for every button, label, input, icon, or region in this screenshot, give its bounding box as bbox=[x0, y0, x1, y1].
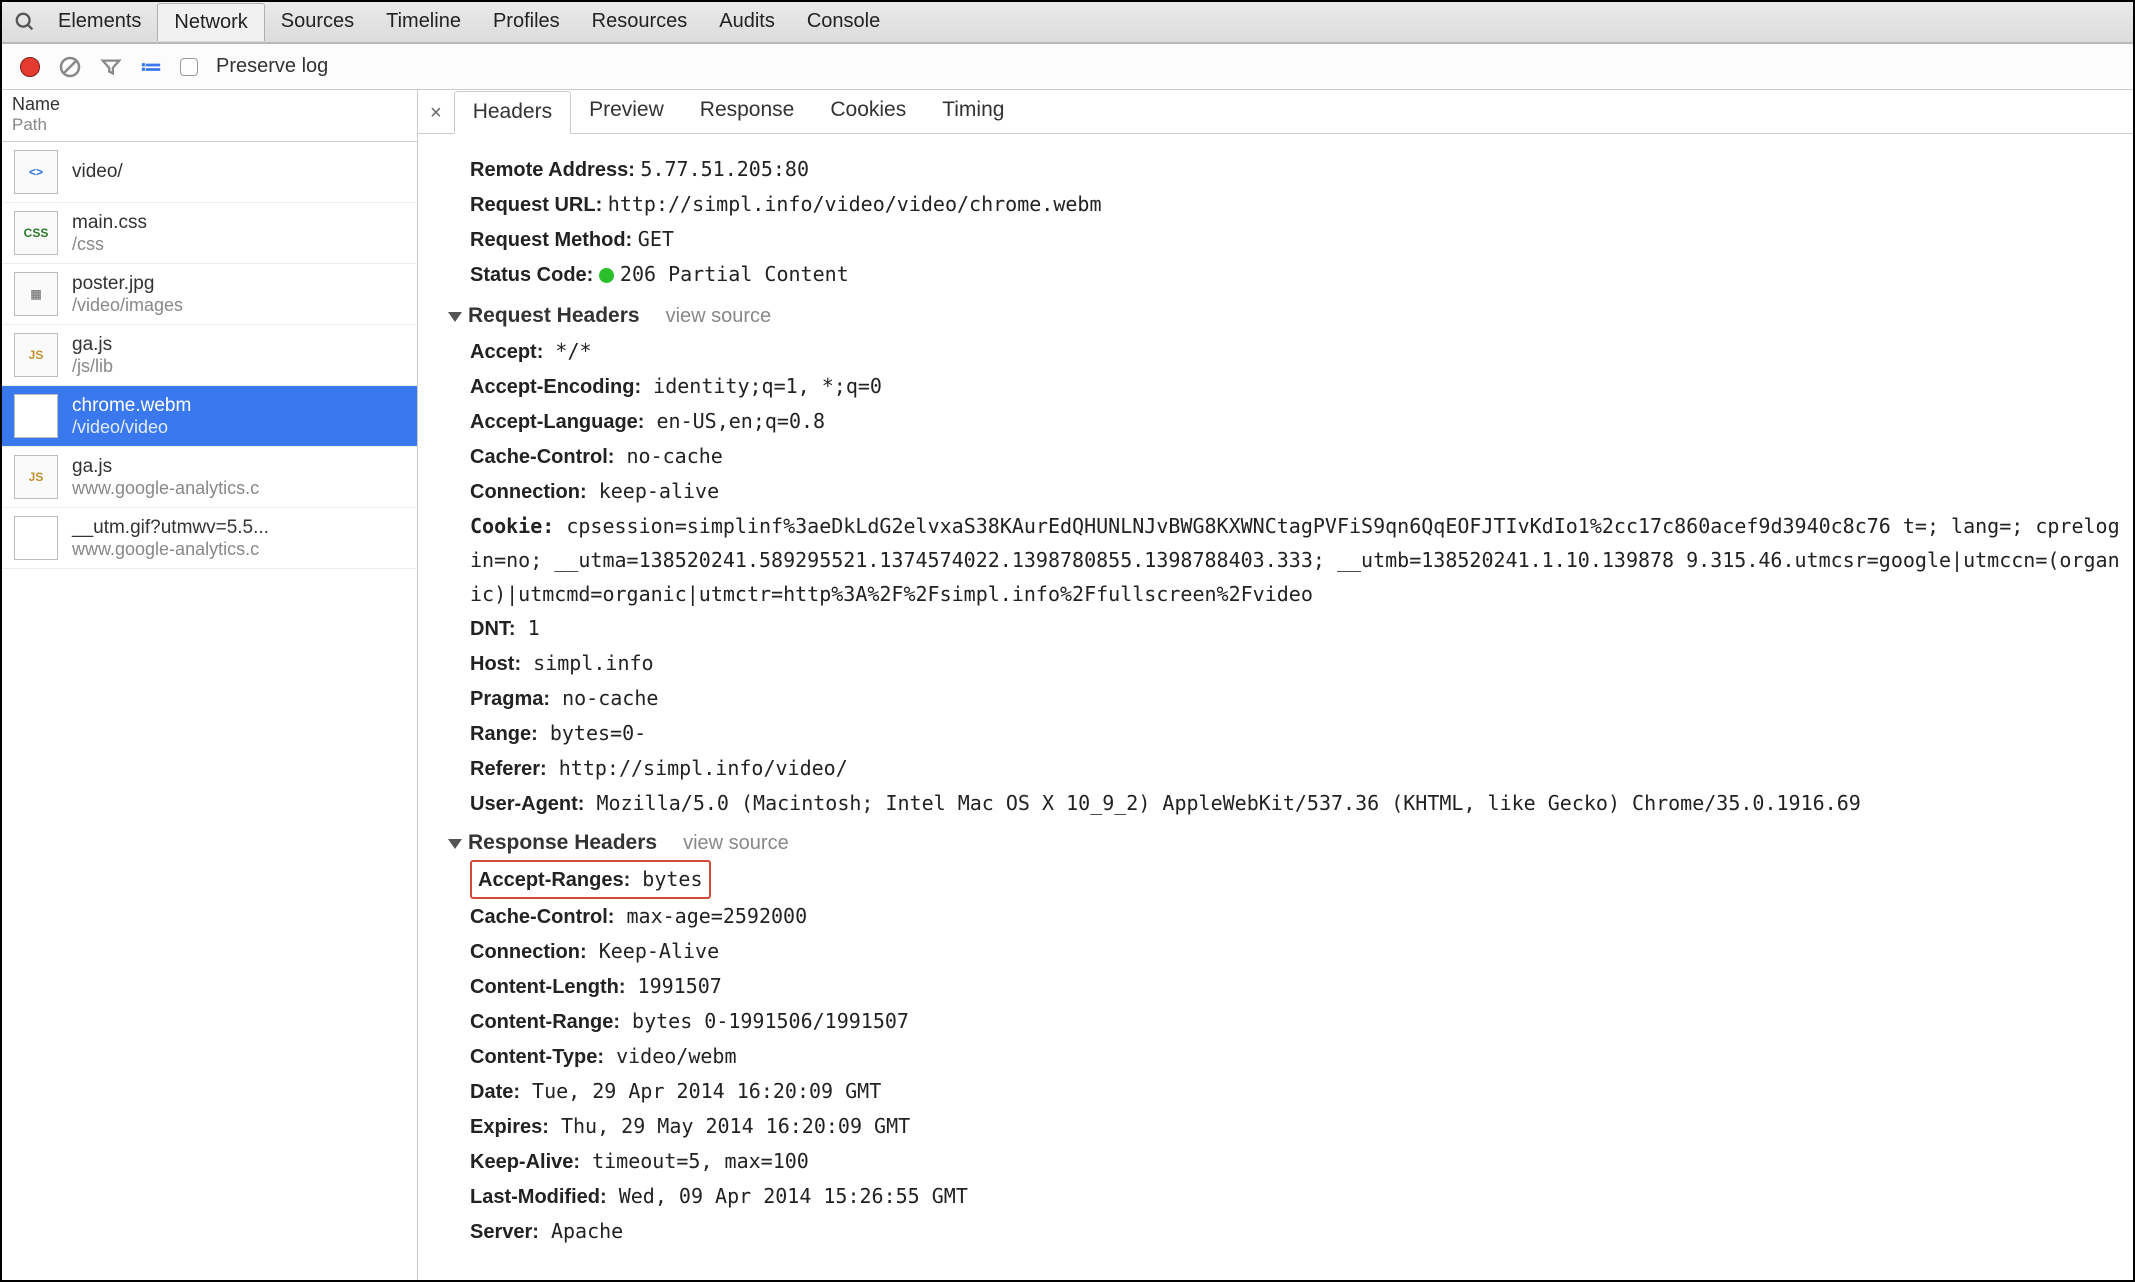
request-path: www.google-analytics.c bbox=[72, 478, 259, 499]
header-row: Range: bytes=0- bbox=[470, 716, 2125, 751]
view-source-link[interactable]: view source bbox=[666, 299, 772, 333]
section-request-headers[interactable]: Request Headers view source bbox=[470, 298, 2125, 334]
content-area: Name Path <> video/CSS main.css/css ▦ poster… bbox=[2, 90, 2133, 1280]
request-list-header: Name Path bbox=[2, 90, 417, 142]
row-request-method: Request Method: GET bbox=[470, 222, 2125, 257]
request-name: chrome.webm bbox=[72, 395, 191, 417]
header-row: Accept-Encoding: identity;q=1, *;q=0 bbox=[470, 369, 2125, 404]
header-row: Server: Apache bbox=[470, 1214, 2125, 1249]
row-status-code: Status Code: 206 Partial Content bbox=[470, 257, 2125, 292]
request-row[interactable]: <> video/ bbox=[2, 142, 417, 203]
view-source-link[interactable]: view source bbox=[683, 826, 789, 860]
header-row: DNT: 1 bbox=[470, 611, 2125, 646]
request-name: poster.jpg bbox=[72, 273, 183, 295]
request-list: Name Path <> video/CSS main.css/css ▦ poster… bbox=[2, 90, 418, 1280]
file-type-icon: JS bbox=[14, 333, 58, 377]
status-dot-icon bbox=[599, 268, 614, 283]
header-row: Content-Range: bytes 0-1991506/1991507 bbox=[470, 1004, 2125, 1039]
header-row: Connection: keep-alive bbox=[470, 474, 2125, 509]
request-name: __utm.gif?utmwv=5.5... bbox=[72, 517, 269, 539]
header-row: Expires: Thu, 29 May 2014 16:20:09 GMT bbox=[470, 1109, 2125, 1144]
detail-tab-cookies[interactable]: Cookies bbox=[812, 90, 924, 133]
file-type-icon: ▦ bbox=[14, 272, 58, 316]
chevron-down-icon bbox=[448, 839, 462, 849]
filter-icon[interactable] bbox=[100, 56, 122, 78]
request-row[interactable]: __utm.gif?utmwv=5.5...www.google-analyti… bbox=[2, 508, 417, 569]
col-name-label: Name bbox=[12, 94, 407, 115]
header-row: Last-Modified: Wed, 09 Apr 2014 15:26:55… bbox=[470, 1179, 2125, 1214]
network-toolbar: ≔ Preserve log bbox=[2, 44, 2133, 90]
header-row: Connection: Keep-Alive bbox=[470, 934, 2125, 969]
row-remote-address: Remote Address: 5.77.51.205:80 bbox=[470, 152, 2125, 187]
request-row[interactable]: CSS main.css/css bbox=[2, 203, 417, 264]
header-row: Referer: http://simpl.info/video/ bbox=[470, 751, 2125, 786]
request-path: /css bbox=[72, 234, 147, 255]
detail-tabs: × HeadersPreviewResponseCookiesTiming bbox=[418, 90, 2133, 134]
request-row[interactable]: ▦ poster.jpg/video/images bbox=[2, 264, 417, 325]
request-path: /js/lib bbox=[72, 356, 113, 377]
header-row: Content-Type: video/webm bbox=[470, 1039, 2125, 1074]
panel-tab-timeline[interactable]: Timeline bbox=[370, 3, 477, 41]
col-path-label: Path bbox=[12, 115, 407, 135]
header-row: Accept: */* bbox=[470, 334, 2125, 369]
header-row: Pragma: no-cache bbox=[470, 681, 2125, 716]
request-path: www.google-analytics.c bbox=[72, 539, 269, 560]
detail-pane: × HeadersPreviewResponseCookiesTiming Re… bbox=[418, 90, 2133, 1280]
file-type-icon: <> bbox=[14, 150, 58, 194]
request-name: video/ bbox=[72, 161, 123, 183]
panel-tab-resources[interactable]: Resources bbox=[576, 3, 704, 41]
header-row: Accept-Language: en-US,en;q=0.8 bbox=[470, 404, 2125, 439]
header-row: User-Agent: Mozilla/5.0 (Macintosh; Inte… bbox=[470, 786, 2125, 821]
chevron-down-icon bbox=[448, 312, 462, 322]
request-name: ga.js bbox=[72, 456, 259, 478]
detail-tab-timing[interactable]: Timing bbox=[924, 90, 1022, 133]
clear-icon[interactable] bbox=[58, 55, 82, 79]
request-path: /video/video bbox=[72, 417, 191, 438]
request-path: /video/images bbox=[72, 295, 183, 316]
header-row: Content-Length: 1991507 bbox=[470, 969, 2125, 1004]
headers-pane: Remote Address: 5.77.51.205:80 Request U… bbox=[418, 134, 2133, 1280]
panels-tab-bar: ElementsNetworkSourcesTimelineProfilesRe… bbox=[2, 2, 2133, 44]
close-icon[interactable]: × bbox=[426, 96, 454, 133]
panel-tab-console[interactable]: Console bbox=[791, 3, 896, 41]
header-row: Keep-Alive: timeout=5, max=100 bbox=[470, 1144, 2125, 1179]
panel-tab-elements[interactable]: Elements bbox=[42, 3, 157, 41]
header-row: Host: simpl.info bbox=[470, 646, 2125, 681]
detail-tab-response[interactable]: Response bbox=[682, 90, 813, 133]
file-type-icon bbox=[14, 516, 58, 560]
request-row[interactable]: chrome.webm/video/video bbox=[2, 386, 417, 447]
header-row: Cookie: cpsession=simplinf%3aeDkLdG2elvx… bbox=[470, 509, 2125, 611]
overview-icon[interactable]: ≔ bbox=[140, 54, 162, 80]
header-row: Cache-Control: max-age=2592000 bbox=[470, 899, 2125, 934]
header-row: Cache-Control: no-cache bbox=[470, 439, 2125, 474]
panel-tab-profiles[interactable]: Profiles bbox=[477, 3, 576, 41]
record-icon[interactable] bbox=[20, 57, 40, 77]
detail-tab-preview[interactable]: Preview bbox=[571, 90, 682, 133]
request-name: main.css bbox=[72, 212, 147, 234]
file-type-icon: CSS bbox=[14, 211, 58, 255]
search-icon[interactable] bbox=[8, 7, 42, 37]
request-row[interactable]: JS ga.jswww.google-analytics.c bbox=[2, 447, 417, 508]
file-type-icon: JS bbox=[14, 455, 58, 499]
preserve-log-label: Preserve log bbox=[216, 55, 328, 78]
panel-tab-network[interactable]: Network bbox=[157, 3, 264, 41]
panel-tab-sources[interactable]: Sources bbox=[265, 3, 370, 41]
row-request-url: Request URL: http://simpl.info/video/vid… bbox=[470, 187, 2125, 222]
preserve-log-checkbox[interactable] bbox=[180, 58, 198, 76]
detail-tab-headers[interactable]: Headers bbox=[454, 91, 571, 134]
request-name: ga.js bbox=[72, 334, 113, 356]
panel-tab-audits[interactable]: Audits bbox=[703, 3, 791, 41]
header-row: Accept-Ranges: bytes bbox=[470, 860, 2125, 899]
file-type-icon bbox=[14, 394, 58, 438]
section-response-headers[interactable]: Response Headers view source bbox=[470, 825, 2125, 861]
header-row: Date: Tue, 29 Apr 2014 16:20:09 GMT bbox=[470, 1074, 2125, 1109]
request-row[interactable]: JS ga.js/js/lib bbox=[2, 325, 417, 386]
